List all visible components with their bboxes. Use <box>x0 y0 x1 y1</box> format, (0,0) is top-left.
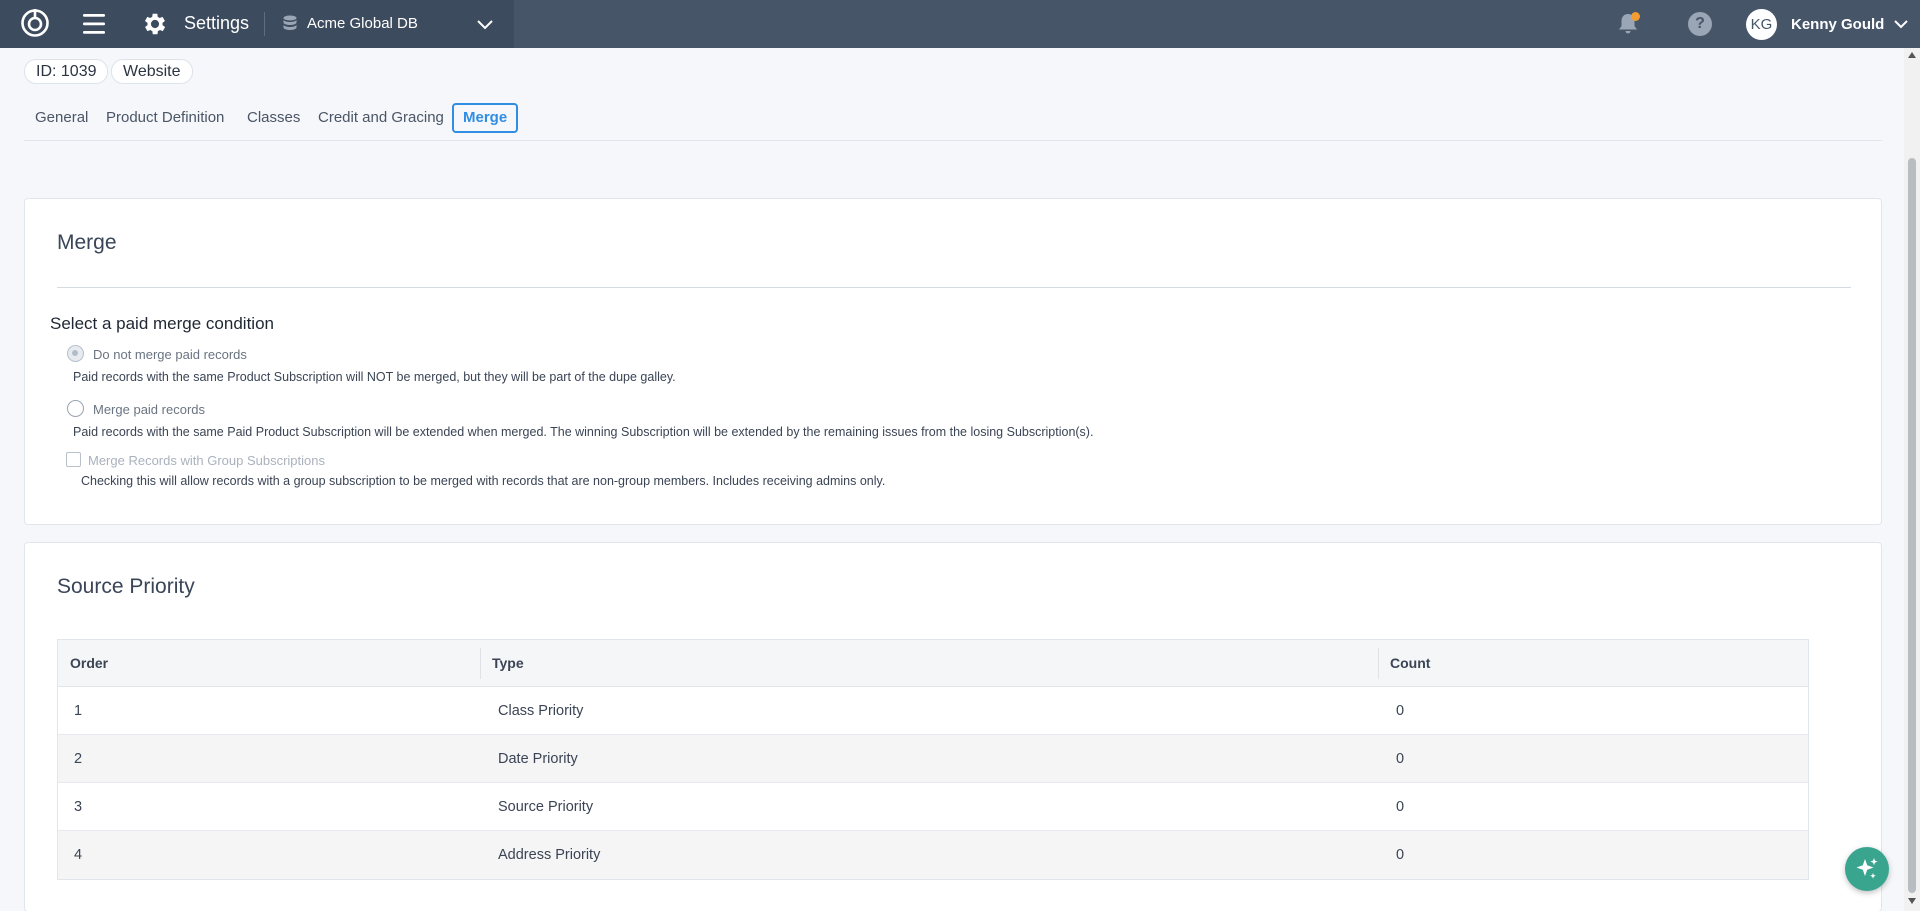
ai-assistant-button[interactable] <box>1845 847 1889 891</box>
topbar-divider <box>264 12 265 36</box>
radio-do-not-merge[interactable] <box>67 345 84 362</box>
tabs-divider <box>24 140 1882 141</box>
source-priority-table: Order Type Count 1 Class Priority 0 2 Da… <box>57 639 1809 880</box>
table-row[interactable]: 3 Source Priority 0 <box>58 783 1808 831</box>
chevron-down-icon[interactable] <box>1893 17 1909 31</box>
tab-credit-and-gracing[interactable]: Credit and Gracing <box>318 103 444 133</box>
cell-type: Class Priority <box>498 703 584 719</box>
scroll-down-arrow-icon[interactable] <box>1908 898 1916 904</box>
chevron-down-icon[interactable] <box>476 16 494 32</box>
column-header-order[interactable]: Order <box>70 640 108 687</box>
radio-merge-paid[interactable] <box>67 400 84 417</box>
group-subscriptions-label[interactable]: Merge Records with Group Subscriptions <box>88 453 325 468</box>
cell-type: Address Priority <box>498 847 601 863</box>
page-scrollbar[interactable] <box>1904 48 1920 911</box>
scrollbar-thumb[interactable] <box>1908 158 1916 893</box>
table-header: Order Type Count <box>58 640 1808 687</box>
source-priority-card: Source Priority Order Type Count 1 Class… <box>24 542 1882 911</box>
cell-type: Source Priority <box>498 799 594 815</box>
record-id-badge: ID: 1039 <box>24 59 109 84</box>
column-separator[interactable] <box>1378 648 1379 679</box>
merge-card: Merge Select a paid merge condition Do n… <box>24 198 1882 525</box>
group-subscriptions-checkbox[interactable] <box>66 452 81 467</box>
user-avatar[interactable]: KG <box>1746 9 1777 40</box>
column-header-type[interactable]: Type <box>492 640 524 687</box>
card-divider <box>57 287 1851 288</box>
cell-order: 1 <box>74 703 83 719</box>
top-navigation-bar: Settings Acme Global DB ? KG Kenny Gould <box>0 0 1920 48</box>
table-row[interactable]: 1 Class Priority 0 <box>58 687 1808 735</box>
cell-order: 2 <box>74 751 83 767</box>
cell-count: 0 <box>1396 847 1405 863</box>
radio-merge-paid-label[interactable]: Merge paid records <box>93 402 205 417</box>
cell-count: 0 <box>1396 799 1405 815</box>
tab-merge[interactable]: Merge <box>452 103 519 133</box>
scroll-up-arrow-icon[interactable] <box>1908 52 1916 58</box>
cell-order: 4 <box>74 847 83 863</box>
record-type-badge: Website <box>111 59 193 84</box>
tab-general[interactable]: General <box>35 103 88 133</box>
tab-classes[interactable]: Classes <box>247 103 300 133</box>
cell-count: 0 <box>1396 751 1405 767</box>
hamburger-menu-icon[interactable] <box>80 11 110 37</box>
app-logo-icon[interactable] <box>20 8 50 38</box>
notification-dot <box>1631 12 1640 21</box>
column-separator[interactable] <box>480 648 481 679</box>
cell-type: Date Priority <box>498 751 578 767</box>
user-name[interactable]: Kenny Gould <box>1791 16 1884 33</box>
column-header-count[interactable]: Count <box>1390 640 1430 687</box>
radio-merge-paid-description: Paid records with the same Paid Product … <box>73 425 1094 439</box>
page-section-title: Settings <box>184 13 250 33</box>
group-subscriptions-description: Checking this will allow records with a … <box>81 474 886 488</box>
radio-do-not-merge-description: Paid records with the same Product Subsc… <box>73 370 676 384</box>
table-row[interactable]: 4 Address Priority 0 <box>58 831 1808 879</box>
database-icon <box>283 15 297 30</box>
merge-card-title: Merge <box>57 231 117 254</box>
database-selector-label[interactable]: Acme Global DB <box>307 15 418 32</box>
merge-condition-heading: Select a paid merge condition <box>50 314 274 333</box>
cell-count: 0 <box>1396 703 1405 719</box>
tab-product-definition[interactable]: Product Definition <box>106 103 224 133</box>
source-priority-title: Source Priority <box>57 575 195 598</box>
gear-icon <box>144 13 166 35</box>
topbar-left-section <box>0 0 514 48</box>
help-icon[interactable]: ? <box>1688 12 1712 36</box>
sparkle-icon <box>1856 858 1878 879</box>
cell-order: 3 <box>74 799 83 815</box>
table-row[interactable]: 2 Date Priority 0 <box>58 735 1808 783</box>
radio-do-not-merge-label[interactable]: Do not merge paid records <box>93 347 247 362</box>
